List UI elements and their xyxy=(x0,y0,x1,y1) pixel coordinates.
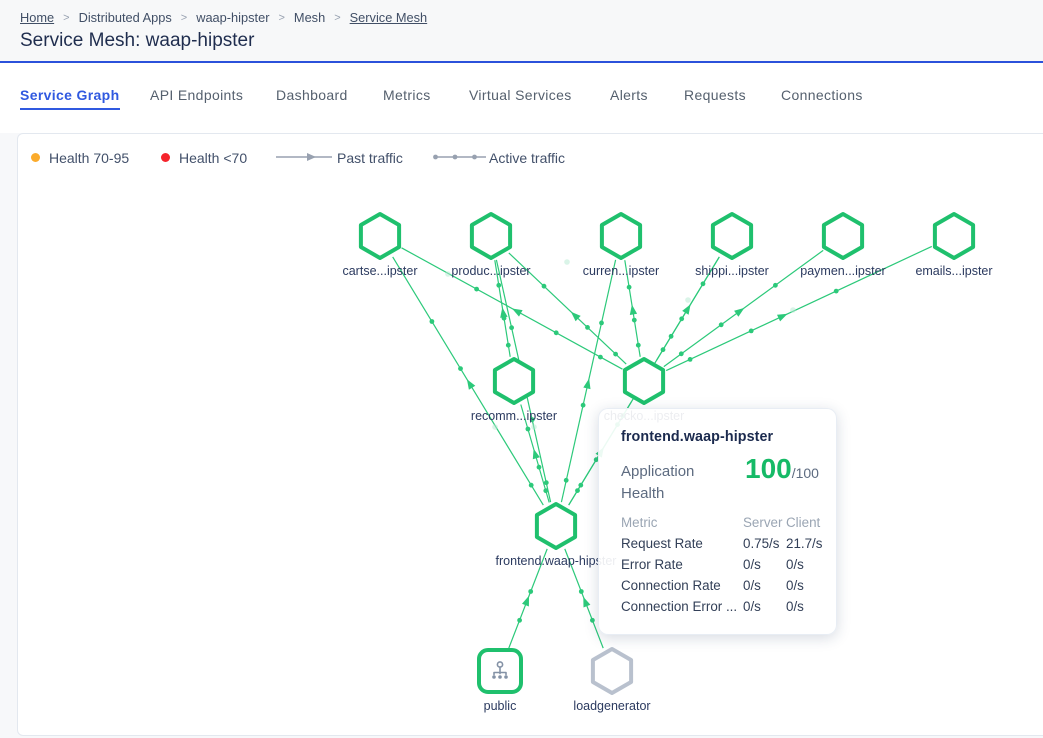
svg-text:curren...ipster: curren...ipster xyxy=(583,264,659,278)
svg-text:recomm...ipster: recomm...ipster xyxy=(471,409,557,423)
svg-text:shippi...ipster: shippi...ipster xyxy=(695,264,769,278)
svg-text:emails...ipster: emails...ipster xyxy=(915,264,992,278)
svg-text:loadgenerator: loadgenerator xyxy=(573,699,650,713)
svg-text:produc...ipster: produc...ipster xyxy=(451,264,530,278)
svg-text:paymen...ipster: paymen...ipster xyxy=(800,264,885,278)
svg-text:cartse...ipster: cartse...ipster xyxy=(342,264,417,278)
svg-text:public: public xyxy=(484,699,517,713)
